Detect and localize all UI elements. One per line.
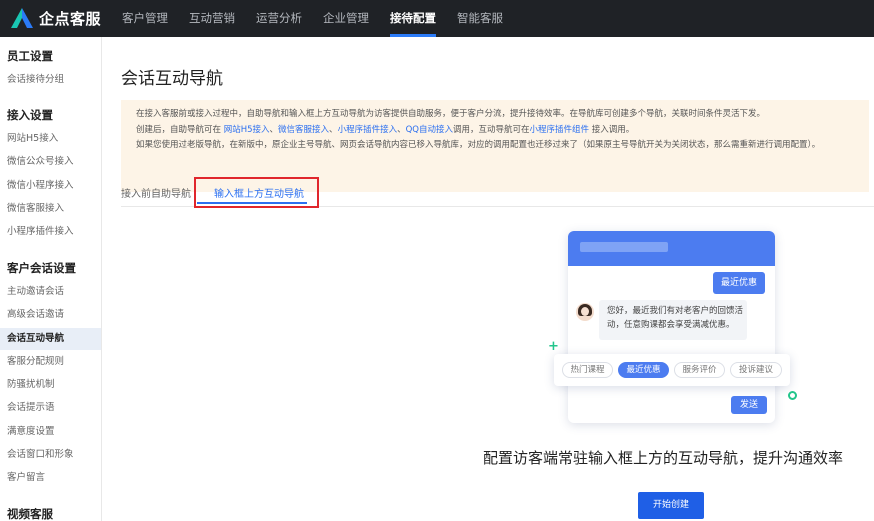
sidebar-item-wechat-official[interactable]: 微信公众号接入	[0, 151, 101, 173]
sidebar-item-wechat-miniprogram[interactable]: 微信小程序接入	[0, 175, 101, 197]
sidebar-group-access: 接入设置	[7, 108, 53, 122]
nav-enterprise-management[interactable]: 企业管理	[323, 0, 369, 37]
link-plugin-component[interactable]: 小程序插件组件	[530, 125, 590, 135]
chat-preview-header	[568, 231, 775, 266]
feature-slogan: 配置访客端常驻输入框上方的互动导航，提升沟通效率	[483, 449, 844, 467]
avatar-face	[581, 307, 589, 316]
brand-name: 企点客服	[39, 9, 102, 28]
chip-complaint[interactable]: 投诉建议	[730, 362, 782, 378]
sidebar-item-active-invite[interactable]: 主动邀请会话	[0, 281, 101, 303]
chip-service-review[interactable]: 服务评价	[674, 362, 725, 378]
sidebar-group-session: 客户会话设置	[7, 261, 76, 275]
sidebar-item-satisfaction[interactable]: 满意度设置	[0, 421, 101, 443]
sidebar-item-window-style[interactable]: 会话窗口和形象	[0, 444, 101, 466]
chat-preview-window: 最近优惠 您好，最近我们有对老客户的回馈活 动，任意购课都会享受满减优惠。 热门…	[554, 231, 790, 423]
sidebar-item-interactive-nav[interactable]: 会话互动导航	[0, 328, 101, 350]
link-miniprogram-plugin[interactable]: 小程序插件接入	[338, 125, 398, 135]
send-button[interactable]: 发送	[731, 396, 767, 414]
notice-sep: 、	[329, 124, 338, 135]
notice-text: 调用，互动导航可在	[452, 124, 530, 135]
agent-reply-bubble: 最近优惠	[713, 272, 765, 294]
quick-nav-chip-bar: 热门课程 最近优惠 服务评价 投诉建议	[554, 354, 790, 386]
sidebar-item-anti-harassment[interactable]: 防骚扰机制	[0, 374, 101, 396]
sidebar-item-messages[interactable]: 客户留言	[0, 467, 101, 489]
nav-smart-service[interactable]: 智能客服	[457, 0, 503, 37]
sidebar-item-web-h5[interactable]: 网站H5接入	[0, 128, 101, 150]
sidebar-item-session-groups[interactable]: 会话接待分组	[0, 69, 101, 91]
sidebar-item-assign-rules[interactable]: 客服分配规则	[0, 351, 101, 373]
sidebar-item-miniprogram-plugin[interactable]: 小程序插件接入	[0, 221, 101, 243]
nav-operations-analysis[interactable]: 运营分析	[256, 0, 302, 37]
qidian-logo-icon	[11, 8, 33, 28]
brand[interactable]: 企点客服	[10, 7, 101, 29]
bot-message-line-1: 您好，最近我们有对老客户的回馈活	[607, 306, 744, 316]
plus-decoration-icon: +	[548, 339, 559, 354]
notice-line-2: 创建后，自助导航可在 网站H5接入、微信客服接入、小程序插件接入、QQ自动接入调…	[136, 123, 869, 139]
bot-message-bubble: 您好，最近我们有对老客户的回馈活 动，任意购课都会享受满减优惠。	[599, 300, 747, 340]
notice-sep: 、	[269, 124, 279, 135]
link-wechat-service[interactable]: 微信客服接入	[278, 125, 329, 135]
top-nav-bar: 企点客服 客户管理 互动营销 运营分析 企业管理 接待配置 智能客服	[0, 0, 874, 37]
notice-text: 创建后，自助导航可在	[136, 124, 224, 135]
ring-decoration-icon	[788, 391, 797, 400]
tab-self-service-nav[interactable]: 接入前自助导航	[121, 185, 191, 200]
start-create-button[interactable]: 开始创建	[638, 492, 704, 519]
illustration: 最近优惠 您好，最近我们有对老客户的回馈活 动，任意购课都会享受满减优惠。 热门…	[482, 222, 790, 432]
link-qq-auto[interactable]: QQ自动接入	[406, 125, 453, 135]
sidebar-item-wechat-service[interactable]: 微信客服接入	[0, 198, 101, 220]
notice-sep: 、	[397, 124, 406, 135]
page-title: 会话互动导航	[121, 69, 223, 89]
nav-customer-management[interactable]: 客户管理	[122, 0, 168, 37]
nav-interactive-marketing[interactable]: 互动营销	[189, 0, 235, 37]
sidebar-group-staff: 员工设置	[7, 49, 53, 63]
main-content: 会话互动导航 在接入客服前或接入过程中，自助导航和输入框上方互动导航为访客提供自…	[102, 37, 874, 521]
notice-text: 接入调用。	[589, 124, 635, 135]
sidebar-item-prompts[interactable]: 会话提示语	[0, 397, 101, 419]
nav-reception-config[interactable]: 接待配置	[390, 0, 436, 37]
header-placeholder-bar	[580, 242, 668, 252]
main-nav: 客户管理 互动营销 运营分析 企业管理 接待配置 智能客服	[122, 0, 524, 37]
link-web-h5[interactable]: 网站H5接入	[224, 125, 270, 135]
notice-line-1: 在接入客服前或接入过程中，自助导航和输入框上方互动导航为访客提供自助服务，便于客…	[136, 109, 766, 119]
chip-recent-offers[interactable]: 最近优惠	[618, 362, 669, 378]
chip-hot-courses[interactable]: 热门课程	[562, 362, 613, 378]
sidebar-group-video: 视频客服	[7, 507, 53, 521]
bot-message-line-2: 动，任意购课都会享受满减优惠。	[607, 320, 735, 330]
sidebar: 员工设置 会话接待分组 接入设置 网站H5接入 微信公众号接入 微信小程序接入 …	[0, 37, 102, 521]
highlight-annotation-box	[194, 177, 319, 208]
agent-avatar	[576, 303, 594, 321]
notice-line-3: 如果您使用过老版导航，在新版中，原企业主号导航、网页会话导航内容已移入导航库，对…	[136, 140, 821, 150]
sidebar-item-advanced-invite[interactable]: 高级会话邀请	[0, 304, 101, 326]
